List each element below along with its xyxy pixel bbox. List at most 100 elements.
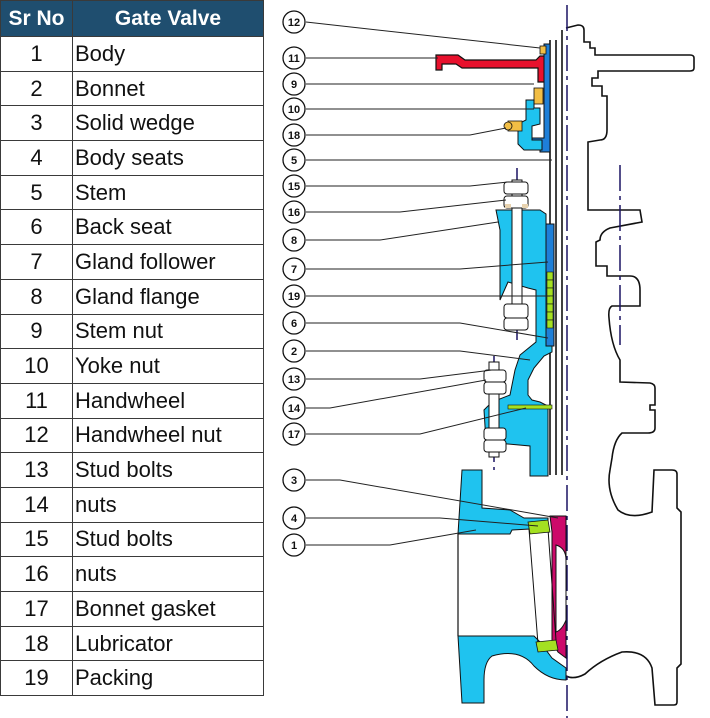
callout-label: 7 [291,264,297,276]
callout-11: 11 [282,46,306,70]
cell-sr-no: 11 [0,382,73,419]
callout-19: 19 [282,284,306,308]
callout-6: 6 [282,311,306,335]
callout-label: 12 [288,17,300,29]
cell-sr-no: 5 [0,174,73,211]
table-row: 18 Lubricator [0,625,264,662]
cell-part-name: Handwheel nut [72,417,264,454]
cell-part-name: Handwheel [72,382,264,419]
callout-10: 10 [282,97,306,121]
callout-9: 9 [282,72,306,96]
callout-1: 1 [282,533,306,557]
callout-label: 15 [288,181,300,193]
cell-sr-no: 9 [0,313,73,350]
column-header-gate-valve: Gate Valve [72,0,264,37]
table-row: 13 Stud bolts [0,452,264,488]
callout-group: 12 11 9 10 18 5 15 16 8 7 19 6 2 13 14 17 3 4 1 [282,10,306,557]
callout-13: 13 [282,367,306,391]
cell-part-name: nuts [72,486,264,523]
callout-label: 1 [291,540,297,552]
callout-label: 11 [288,53,300,65]
cell-part-name: Yoke nut [72,348,264,384]
cell-sr-no: 2 [0,70,73,107]
callout-4: 4 [282,506,306,530]
cell-sr-no: 7 [0,244,73,280]
cell-sr-no: 1 [0,36,73,72]
cell-part-name: Lubricator [72,625,264,662]
table-row: 10 Yoke nut [0,348,264,384]
table-row: 7 Gland follower [0,244,264,280]
handwheel-nut-part [539,45,547,55]
lubricator-part [503,120,523,132]
gate-valve-diagram: 12 11 9 10 18 5 15 16 8 7 19 6 2 13 14 17 3 4 1 [282,5,695,718]
table-row: 16 nuts [0,556,264,592]
callout-label: 9 [291,79,297,91]
parts-table: Sr No Gate Valve 1 Body 2 Bonnet 3 Solid wedg… [0,0,264,697]
cell-part-name: Back seat [72,209,264,246]
cell-sr-no: 10 [0,348,73,384]
table-body: 1 Body 2 Bonnet 3 Solid wedge 4 Body seats 5 Stem… [0,36,264,697]
table-row: 5 Stem [0,174,264,211]
bonnet-gasket-part [507,404,553,410]
cell-part-name: Stud bolts [72,521,264,558]
valve-right-outline [549,24,695,706]
callout-label: 5 [291,155,297,167]
cell-part-name: Solid wedge [72,105,264,142]
cell-part-name: Body seats [72,140,264,176]
body-seat-lower [535,639,559,653]
callout-12: 12 [282,10,306,34]
cell-part-name: Gland follower [72,244,264,280]
table-row: 3 Solid wedge [0,105,264,142]
table-row: 1 Body [0,36,264,72]
stem-nut-part [533,87,544,105]
yoke-top-outline [565,24,695,160]
callout-label: 2 [291,346,297,358]
callout-label: 13 [288,374,300,386]
callout-label: 6 [291,318,297,330]
callout-label: 8 [291,235,297,247]
wedge-inner-slot [555,544,567,633]
handwheel-part [435,54,547,83]
cell-part-name: Stem [72,174,264,211]
cell-part-name: Packing [72,660,264,697]
callout-label: 14 [288,403,301,415]
cell-sr-no: 17 [0,591,73,627]
cell-sr-no: 4 [0,140,73,176]
callout-15: 15 [282,174,306,198]
cell-sr-no: 15 [0,521,73,558]
callout-8: 8 [282,228,306,252]
cell-sr-no: 14 [0,486,73,523]
cell-part-name: Bonnet [72,70,264,107]
cell-part-name: Body [72,36,264,72]
table-header-row: Sr No Gate Valve [0,0,264,37]
callout-label: 4 [291,513,298,525]
callout-label: 10 [288,104,300,116]
column-header-sr-no: Sr No [0,0,73,37]
table-row: 6 Back seat [0,209,264,246]
table-row: 12 Handwheel nut [0,417,264,454]
bonnet-right-outline [565,160,682,706]
callout-label: 16 [288,207,300,219]
cell-part-name: nuts [72,556,264,592]
callout-5: 5 [282,148,306,172]
table-row: 9 Stem nut [0,313,264,350]
cell-sr-no: 18 [0,625,73,662]
cell-sr-no: 13 [0,452,73,488]
callout-16: 16 [282,200,306,224]
cell-sr-no: 12 [0,417,73,454]
body-seat-upper [527,519,551,535]
callout-label: 17 [288,429,300,441]
table-row: 8 Gland flange [0,278,264,315]
cell-sr-no: 19 [0,660,73,697]
table-row: 11 Handwheel [0,382,264,419]
table-row: 4 Body seats [0,140,264,176]
callout-label: 18 [288,130,300,142]
cell-part-name: Bonnet gasket [72,591,264,627]
callout-label: 3 [291,475,297,487]
cell-part-name: Stem nut [72,313,264,350]
table-row: 17 Bonnet gasket [0,591,264,627]
table-row: 15 Stud bolts [0,521,264,558]
table-row: 14 nuts [0,486,264,523]
callout-2: 2 [282,339,306,363]
packing-part [546,271,554,329]
